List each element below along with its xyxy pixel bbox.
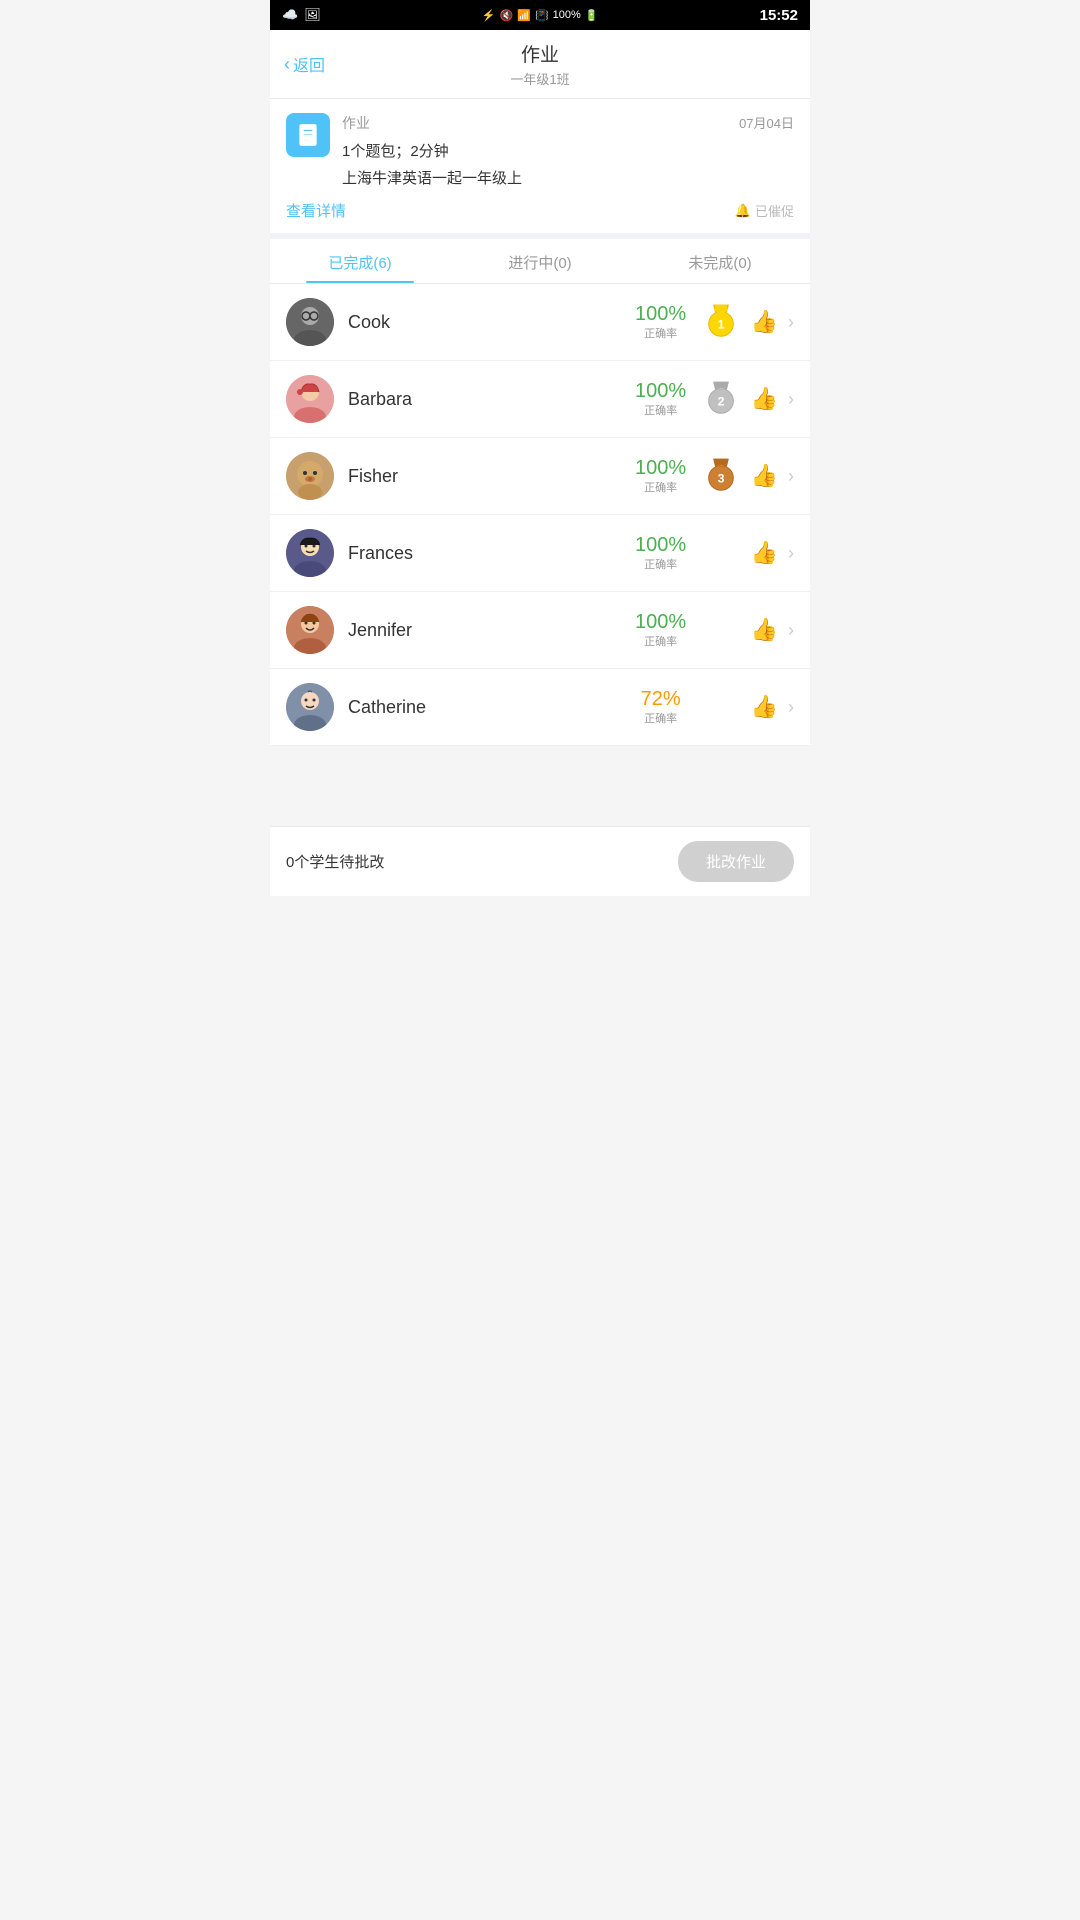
like-button-barbara[interactable]: 👍 bbox=[751, 386, 778, 412]
signal-icon: 📳 bbox=[535, 9, 549, 22]
empty-area bbox=[270, 746, 810, 826]
score-pct-frances: 100% bbox=[635, 534, 686, 556]
student-row-fisher[interactable]: Fisher 100% 正确率 3 👍 › bbox=[270, 438, 810, 515]
avatar-catherine bbox=[286, 683, 334, 731]
assignment-date: 07月04日 bbox=[739, 113, 794, 132]
student-name-jennifer: Jennifer bbox=[348, 620, 629, 641]
score-label-catherine: 正确率 bbox=[644, 710, 677, 726]
like-button-jennifer[interactable]: 👍 bbox=[751, 617, 778, 643]
student-row-cook[interactable]: Cook 100% 正确率 1 👍 › bbox=[270, 284, 810, 361]
score-pct-fisher: 100% bbox=[635, 457, 686, 479]
score-block-barbara: 100% 正确率 bbox=[629, 380, 693, 418]
score-pct-barbara: 100% bbox=[635, 380, 686, 402]
score-label-barbara: 正确率 bbox=[644, 402, 677, 418]
score-block-fisher: 100% 正确率 bbox=[629, 457, 693, 495]
avatar-barbara bbox=[286, 375, 334, 423]
view-detail-button[interactable]: 查看详情 bbox=[286, 200, 346, 221]
svg-text:3: 3 bbox=[717, 472, 724, 486]
page-title: 作业 bbox=[270, 40, 810, 67]
chevron-right-catherine: › bbox=[788, 697, 794, 718]
student-row-jennifer[interactable]: Jennifer 100% 正确率 👍 › bbox=[270, 592, 810, 669]
chevron-right-barbara: › bbox=[788, 389, 794, 410]
score-label-cook: 正确率 bbox=[644, 325, 677, 341]
document-icon bbox=[295, 122, 321, 148]
page-subtitle: 一年级1班 bbox=[270, 69, 810, 88]
score-pct-jennifer: 100% bbox=[635, 611, 686, 633]
student-name-frances: Frances bbox=[348, 543, 629, 564]
tabs-bar: 已完成(6) 进行中(0) 未完成(0) bbox=[270, 239, 810, 284]
status-left-icons: ☁️ 🖼 bbox=[282, 7, 321, 23]
avatar-frances bbox=[286, 529, 334, 577]
avatar-jennifer bbox=[286, 606, 334, 654]
score-label-frances: 正确率 bbox=[644, 556, 677, 572]
like-button-fisher[interactable]: 👍 bbox=[751, 463, 778, 489]
score-block-catherine: 72% 正确率 bbox=[629, 688, 693, 726]
chevron-right-cook: › bbox=[788, 312, 794, 333]
score-block-cook: 100% 正确率 bbox=[629, 303, 693, 341]
student-row-barbara[interactable]: Barbara 100% 正确率 2 👍 › bbox=[270, 361, 810, 438]
score-block-jennifer: 100% 正确率 bbox=[629, 611, 693, 649]
score-pct-cook: 100% bbox=[635, 303, 686, 325]
tab-incomplete[interactable]: 未完成(0) bbox=[630, 239, 810, 283]
student-list: Cook 100% 正确率 1 👍 › bbox=[270, 284, 810, 746]
score-label-fisher: 正确率 bbox=[644, 479, 677, 495]
assignment-desc2: 上海牛津英语一起一年级上 bbox=[342, 168, 794, 191]
svg-text:1: 1 bbox=[717, 318, 724, 332]
wifi-icon: 📶 bbox=[517, 9, 531, 22]
header: ‹ 返回 作业 一年级1班 bbox=[270, 30, 810, 99]
assignment-desc1: 1个题包；2分钟 bbox=[342, 141, 794, 164]
avatar-cook bbox=[286, 298, 334, 346]
assignment-header-row: 作业 07月04日 bbox=[342, 113, 794, 133]
medal-barbara: 2 bbox=[701, 379, 741, 419]
back-chevron-icon: ‹ bbox=[284, 55, 290, 73]
status-time: 15:52 bbox=[760, 7, 798, 24]
chevron-right-fisher: › bbox=[788, 466, 794, 487]
remind-button[interactable]: 🔔 已催促 bbox=[735, 201, 794, 220]
pending-text: 0个学生待批改 bbox=[286, 851, 384, 872]
image-icon: 🖼 bbox=[304, 7, 321, 23]
back-button[interactable]: ‹ 返回 bbox=[284, 52, 325, 76]
status-center-icons: ⚡ 🔇 📶 📳 100% 🔋 bbox=[482, 9, 599, 22]
tab-completed[interactable]: 已完成(6) bbox=[270, 239, 450, 283]
footer: 0个学生待批改 批改作业 bbox=[270, 826, 810, 896]
weather-icon: ☁️ bbox=[282, 7, 298, 23]
score-block-frances: 100% 正确率 bbox=[629, 534, 693, 572]
chevron-right-frances: › bbox=[788, 543, 794, 564]
student-name-fisher: Fisher bbox=[348, 466, 629, 487]
back-label: 返回 bbox=[293, 52, 325, 76]
svg-text:2: 2 bbox=[717, 395, 724, 409]
bell-icon: 🔔 bbox=[735, 203, 751, 219]
mute-icon: 🔇 bbox=[500, 9, 514, 22]
assignment-meta: 作业 07月04日 1个题包；2分钟 上海牛津英语一起一年级上 bbox=[342, 113, 794, 192]
medal-cook: 1 bbox=[701, 302, 741, 342]
student-row-frances[interactable]: Frances 100% 正确率 👍 › bbox=[270, 515, 810, 592]
status-bar: ☁️ 🖼 ⚡ 🔇 📶 📳 100% 🔋 15:52 bbox=[270, 0, 810, 30]
assignment-footer: 查看详情 🔔 已催促 bbox=[286, 200, 794, 221]
avatar-fisher bbox=[286, 452, 334, 500]
assignment-icon bbox=[286, 113, 330, 157]
student-row-catherine[interactable]: Catherine 72% 正确率 👍 › bbox=[270, 669, 810, 746]
like-button-cook[interactable]: 👍 bbox=[751, 309, 778, 335]
tab-in-progress[interactable]: 进行中(0) bbox=[450, 239, 630, 283]
battery-label: 100% bbox=[553, 9, 581, 21]
student-name-cook: Cook bbox=[348, 312, 629, 333]
grade-button[interactable]: 批改作业 bbox=[678, 841, 794, 882]
like-button-catherine[interactable]: 👍 bbox=[751, 694, 778, 720]
bluetooth-icon: ⚡ bbox=[482, 9, 496, 22]
student-name-barbara: Barbara bbox=[348, 389, 629, 410]
assignment-label: 作业 bbox=[342, 113, 370, 133]
reminded-label: 已催促 bbox=[755, 201, 794, 220]
like-button-frances[interactable]: 👍 bbox=[751, 540, 778, 566]
assignment-card: 作业 07月04日 1个题包；2分钟 上海牛津英语一起一年级上 查看详情 🔔 已… bbox=[270, 99, 810, 239]
chevron-right-jennifer: › bbox=[788, 620, 794, 641]
medal-fisher: 3 bbox=[701, 456, 741, 496]
score-pct-catherine: 72% bbox=[641, 688, 681, 710]
battery-icon: 🔋 bbox=[585, 9, 599, 22]
student-name-catherine: Catherine bbox=[348, 697, 629, 718]
score-label-jennifer: 正确率 bbox=[644, 633, 677, 649]
